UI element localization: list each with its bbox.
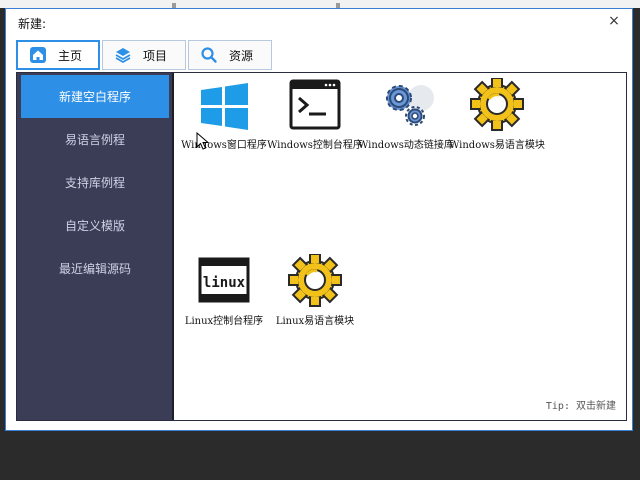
home-icon — [28, 45, 48, 65]
sidebar-item-library-examples[interactable]: 支持库例程 — [21, 161, 169, 204]
tab-label: 项目 — [143, 48, 168, 63]
template-label: Linux易语言模块 — [275, 316, 355, 327]
sidebar: 新建空白程序 易语言例程 支持库例程 自定义模版 最近编辑源码 — [17, 73, 172, 420]
gear-icon — [288, 254, 342, 307]
layers-icon — [113, 45, 133, 65]
linux-console-icon: linux — [198, 257, 250, 303]
template-panel: Windows窗口程序 Windows控制台程序 Windows动态链接库 Wi… — [172, 73, 626, 420]
console-icon — [289, 79, 341, 130]
main-frame: 新建空白程序 易语言例程 支持库例程 自定义模版 最近编辑源码 Windows窗… — [16, 72, 627, 421]
tab-label: 资源 — [229, 48, 254, 63]
template-linux-console[interactable]: linux Linux控制台程序 — [174, 254, 274, 344]
template-windows-dll[interactable]: Windows动态链接库 — [356, 78, 456, 168]
windows-logo-icon — [201, 83, 248, 130]
mouse-cursor-icon — [196, 132, 210, 150]
close-icon[interactable]: × — [606, 13, 622, 29]
svg-text:linux: linux — [203, 275, 246, 291]
template-windows-console[interactable]: Windows控制台程序 — [265, 78, 365, 168]
search-icon — [199, 45, 219, 65]
sidebar-item-recent-sources[interactable]: 最近编辑源码 — [21, 247, 169, 290]
tab-resources[interactable]: 资源 — [188, 40, 272, 70]
template-windows-module[interactable]: Windows易语言模块 — [447, 78, 547, 168]
template-linux-module[interactable]: Linux易语言模块 — [265, 254, 365, 344]
top-strip — [0, 0, 640, 8]
template-label: Windows易语言模块 — [449, 140, 545, 151]
dialog-title: 新建: — [18, 17, 47, 31]
new-project-dialog: 新建: × 主页 项目 资源 新建空白程序 易语言例程 支持库例程 自定义模版 — [5, 8, 633, 431]
gear-icon — [470, 78, 524, 131]
template-windows-gui[interactable]: Windows窗口程序 — [174, 78, 274, 168]
sidebar-item-blank-program[interactable]: 新建空白程序 — [21, 75, 169, 118]
tab-home[interactable]: 主页 — [16, 40, 100, 70]
tab-label: 主页 — [58, 48, 83, 63]
tab-project[interactable]: 项目 — [102, 40, 186, 70]
tip-text: Tip: 双击新建 — [545, 401, 616, 412]
gears-icon — [386, 85, 434, 126]
sidebar-item-custom-templates[interactable]: 自定义模版 — [21, 204, 169, 247]
sidebar-item-examples[interactable]: 易语言例程 — [21, 118, 169, 161]
